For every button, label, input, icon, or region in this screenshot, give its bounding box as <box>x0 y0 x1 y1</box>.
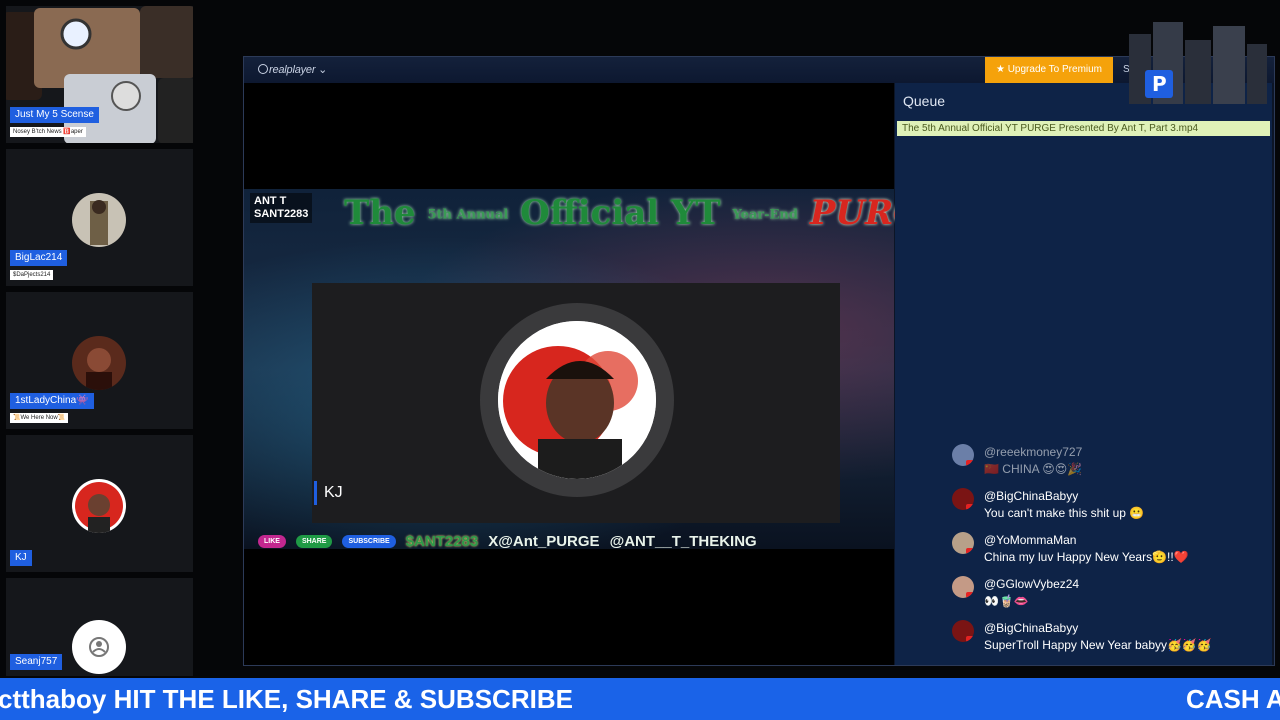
social-bar: LIKE SHARE SUBSCRIBE $ANT2283 X@Ant_PURG… <box>244 529 908 553</box>
chat-avatar <box>952 576 974 598</box>
cashapp-handle: $ANT2283 <box>405 532 479 550</box>
participant-subtitle: 📜We Here Now📜 <box>10 413 69 423</box>
chat-avatar <box>952 488 974 510</box>
participant-name: Just My 5 Scense <box>10 107 99 123</box>
video-area[interactable]: ANT T SANT2283 The 5th Annual Official Y… <box>244 83 948 665</box>
youtube-icon <box>966 548 974 554</box>
share-pill: SHARE <box>295 534 333 548</box>
participant-list: Just My 5 Scense Nosey Bʼtch News 🅱️aper… <box>6 6 193 676</box>
default-user-icon <box>72 620 126 674</box>
x-handle: X@Ant_PURGE <box>488 532 600 550</box>
chat-username: @reeekmoney727 <box>984 445 1083 459</box>
subscribe-pill: SUBSCRIBE <box>342 534 396 548</box>
ticker-text-next: CASH A <box>1186 684 1280 714</box>
participant-tile[interactable]: KJ <box>6 435 193 572</box>
chat-message: @BigChinaBabyy SuperTroll Happy New Year … <box>952 618 1252 662</box>
stream-screen: Just My 5 Scense Nosey Bʼtch News 🅱️aper… <box>0 0 1280 720</box>
chat-text: SuperTroll Happy New Year babyy🥳🥳🥳 <box>984 638 1212 652</box>
chat-message: @YoMommaMan China my luv Happy New Years🫡… <box>952 530 1252 574</box>
participant-tile[interactable]: Just My 5 Scense Nosey Bʼtch News 🅱️aper <box>6 6 193 143</box>
chat-username: @BigChinaBabyy <box>984 621 1079 635</box>
projects-logo: P <box>1125 14 1269 110</box>
chat-text: 🇨🇳 CHINA 😍😍🎉 <box>984 462 1083 476</box>
chat-username: @YoMommaMan <box>984 533 1077 547</box>
banner-title: The 5th Annual Official YT Year-End PURG… <box>344 193 949 233</box>
camera-name-label: KJ <box>314 481 343 505</box>
chat-message: @reeekmoney727 🇨🇳 CHINA 😍😍🎉 <box>952 442 1252 486</box>
chat-text: 👀🧋👄 <box>984 594 1029 608</box>
svg-text:P: P <box>1152 72 1167 96</box>
player-titlebar: realplayer ⌄ ★ Upgrade To Premium Sign ✕ <box>244 57 1274 83</box>
chat-avatar <box>952 532 974 554</box>
participant-tile[interactable]: 1stLadyChina👾 📜We Here Now📜 <box>6 292 193 429</box>
video-frame: ANT T SANT2283 The 5th Annual Official Y… <box>244 189 948 550</box>
participant-name: 1stLadyChina👾 <box>10 393 94 409</box>
chat-avatar <box>952 444 974 466</box>
avatar <box>72 479 126 533</box>
chat-text: You can't make this shit up 😬 <box>984 506 1145 520</box>
youtube-icon <box>966 636 974 642</box>
participant-tile[interactable]: BigLac214 $DaPjects214 <box>6 149 193 286</box>
participant-tile[interactable]: Seanj757 <box>6 578 193 676</box>
avatar <box>72 336 126 390</box>
chat-message: @GGlowVybez24 👀🧋👄 <box>952 574 1252 618</box>
participant-subtitle: $DaPjects214 <box>10 270 54 280</box>
participant-subtitle: Nosey Bʼtch News 🅱️aper <box>10 127 86 137</box>
participant-name: KJ <box>10 550 32 566</box>
bottom-ticker: ctthaboy HIT THE LIKE, SHARE & SUBSCRIBE… <box>0 678 1280 720</box>
queue-item[interactable]: The 5th Annual Official YT PURGE Present… <box>897 121 1270 136</box>
upgrade-premium-button[interactable]: ★ Upgrade To Premium <box>985 57 1113 83</box>
ticker-text: ctthaboy HIT THE LIKE, SHARE & SUBSCRIBE <box>0 684 573 714</box>
chat-message: @BigChinaBabyy You can't make this shit u… <box>952 486 1252 530</box>
banner-logo: ANT T SANT2283 <box>250 193 313 223</box>
camera-box: KJ <box>312 283 840 523</box>
chat-username: @BigChinaBabyy <box>984 489 1079 503</box>
youtube-icon <box>966 460 974 466</box>
like-pill: LIKE <box>258 534 286 548</box>
chat-avatar <box>952 620 974 642</box>
realplayer-logo[interactable]: realplayer ⌄ <box>258 63 327 76</box>
chat-username: @GGlowVybez24 <box>984 577 1080 591</box>
chat-text: China my luv Happy New Years🫡!!❤️ <box>984 550 1189 564</box>
youtube-icon <box>966 592 974 598</box>
youtube-icon <box>966 504 974 510</box>
speaker-avatar <box>498 321 656 479</box>
chat-feed: @reeekmoney727 🇨🇳 CHINA 😍😍🎉 @BigChinaBabyy… <box>952 442 1252 662</box>
avatar <box>72 193 126 247</box>
participant-name: Seanj757 <box>10 654 63 670</box>
queue-title: Queue <box>903 93 946 109</box>
instagram-handle: @ANT__T_THEKING <box>609 532 757 550</box>
participant-name: BigLac214 <box>10 250 68 266</box>
